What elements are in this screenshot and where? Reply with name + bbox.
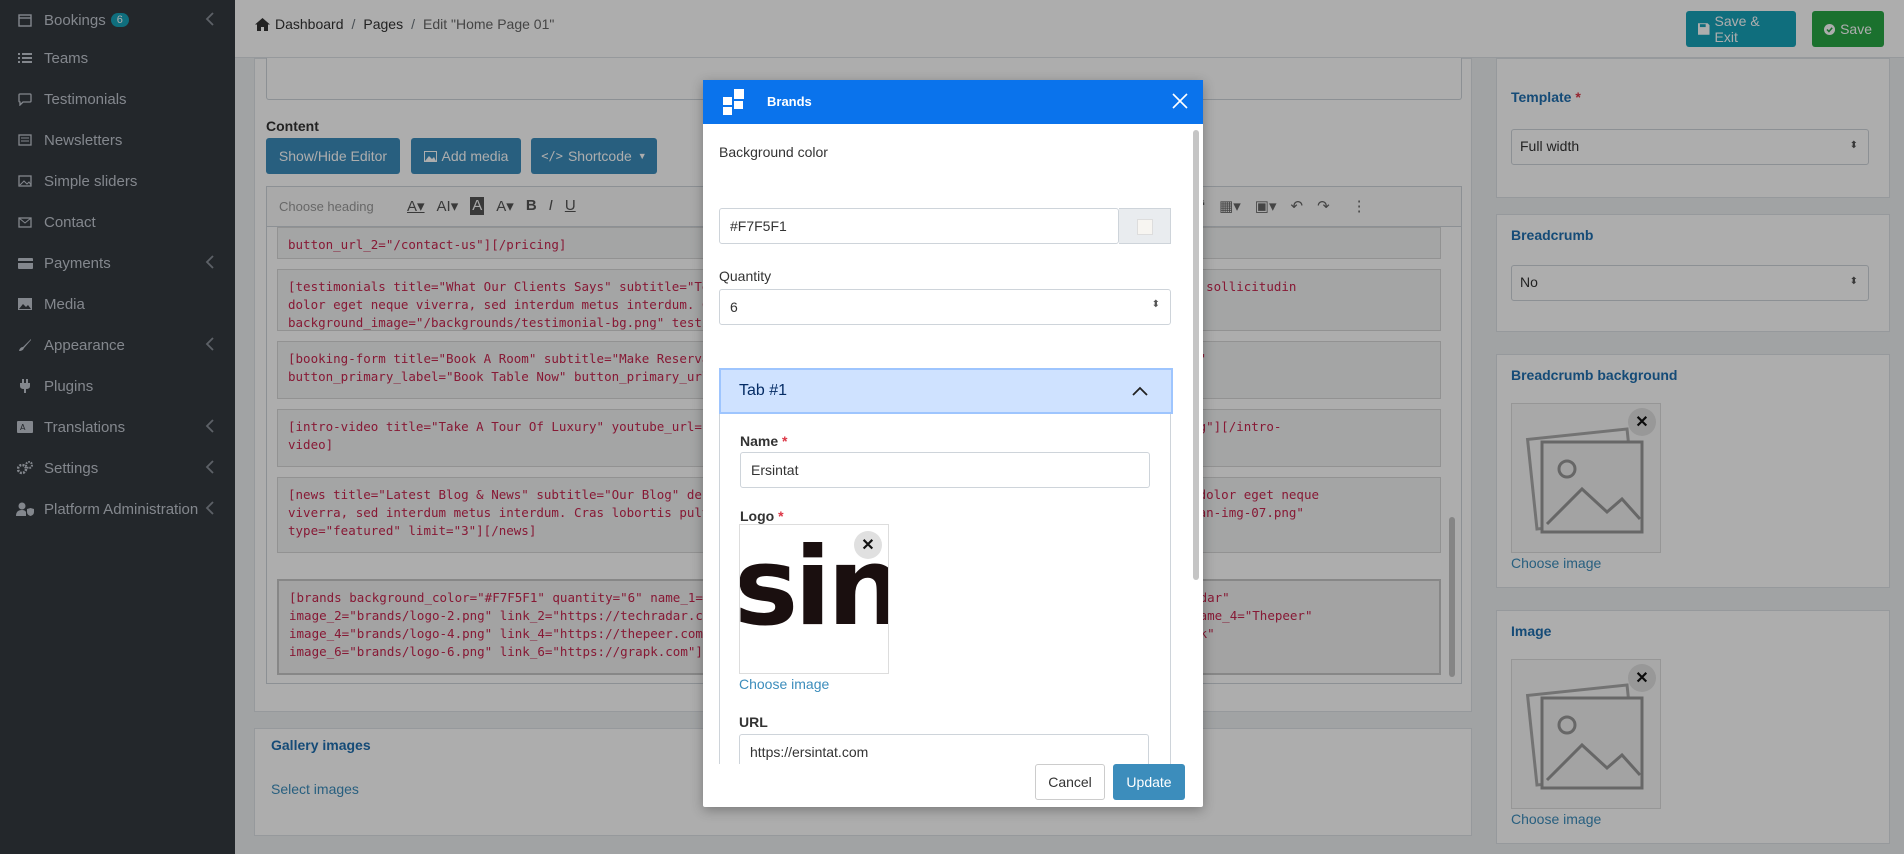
cancel-button[interactable]: Cancel xyxy=(1035,764,1105,800)
background-color-input[interactable]: #F7F5F1 xyxy=(719,208,1119,244)
quantity-value: 6 xyxy=(730,299,738,315)
color-preview xyxy=(1137,219,1153,235)
color-picker-swatch[interactable] xyxy=(1119,208,1171,244)
url-input[interactable]: https://ersintat.com xyxy=(739,734,1149,764)
modal-title: Brands xyxy=(767,94,812,109)
stepper-arrows-icon[interactable]: ⬍ xyxy=(1152,299,1160,310)
update-button[interactable]: Update xyxy=(1113,764,1185,800)
modal-footer: Cancel Update xyxy=(703,764,1203,807)
modal-scrollbar[interactable] xyxy=(1193,130,1199,580)
close-icon[interactable] xyxy=(1169,90,1191,112)
tab-1-title: Tab #1 xyxy=(739,382,788,399)
name-label: Name * xyxy=(740,433,788,449)
logo-choose-image-link[interactable]: Choose image xyxy=(739,676,829,692)
background-color-label: Background color xyxy=(719,144,828,160)
logo-label: Logo * xyxy=(740,508,784,524)
brands-modal: Brands Background color #F7F5F1 Quantity… xyxy=(703,80,1203,807)
modal-body: Background color #F7F5F1 Quantity 6 ⬍ Ta… xyxy=(719,124,1187,764)
name-input[interactable]: Ersintat xyxy=(740,452,1150,488)
chevron-up-icon[interactable] xyxy=(1131,384,1149,398)
logo-preview[interactable]: sin ✕ xyxy=(739,524,889,674)
quantity-stepper[interactable]: 6 ⬍ xyxy=(719,289,1171,325)
modal-header: Brands xyxy=(703,80,1203,124)
brands-logo-icon xyxy=(723,89,744,115)
tab-1-header[interactable]: Tab #1 xyxy=(719,368,1173,414)
remove-logo-icon[interactable]: ✕ xyxy=(854,531,882,559)
url-label: URL xyxy=(739,714,768,730)
quantity-label: Quantity xyxy=(719,268,772,284)
